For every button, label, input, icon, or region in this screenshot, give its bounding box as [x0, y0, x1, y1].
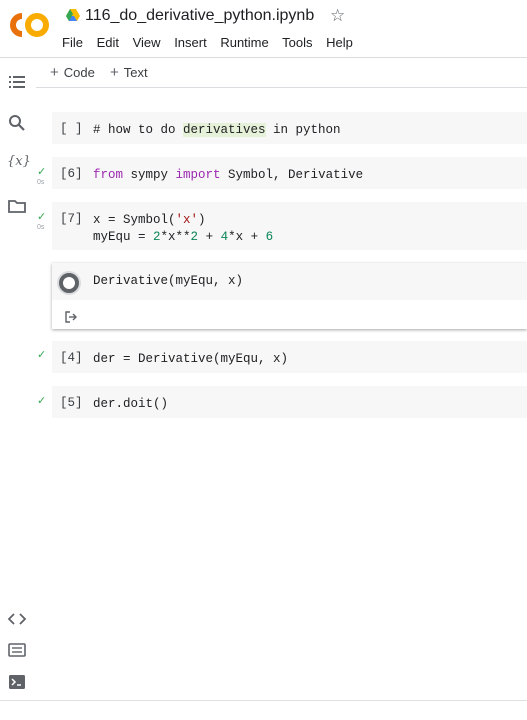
- menu-view[interactable]: View: [133, 35, 161, 50]
- cell-code[interactable]: Derivative(myEqu, x): [93, 274, 243, 288]
- check-icon: ✓: [37, 349, 47, 361]
- menu-insert[interactable]: Insert: [174, 35, 207, 50]
- notebook-title[interactable]: 116_do_derivative_python.ipynb: [85, 7, 314, 25]
- cell-status: ✓: [37, 349, 47, 361]
- exec-time: 0s: [37, 179, 45, 186]
- plus-icon: +: [50, 64, 59, 81]
- colab-logo[interactable]: [10, 12, 50, 38]
- menu-bar: File Edit View Insert Runtime Tools Help: [62, 35, 363, 50]
- google-drive-icon[interactable]: [66, 9, 80, 21]
- exec-time: 0s: [37, 224, 45, 231]
- menu-file[interactable]: File: [62, 35, 83, 50]
- cell-prompt: [4]: [60, 351, 83, 365]
- add-code-button[interactable]: + Code: [50, 64, 95, 81]
- menu-tools[interactable]: Tools: [282, 35, 312, 50]
- command-palette-icon[interactable]: [7, 640, 27, 660]
- menu-help[interactable]: Help: [326, 35, 353, 50]
- files-icon[interactable]: [7, 196, 27, 216]
- cell-status: ✓ 0s: [37, 166, 47, 187]
- active-code-cell[interactable]: Derivative(myEqu, x): [52, 263, 527, 329]
- cell-status: ✓: [37, 395, 47, 407]
- add-text-button[interactable]: + Text: [110, 64, 148, 81]
- menu-edit[interactable]: Edit: [97, 35, 119, 50]
- running-spinner-icon: [63, 277, 75, 289]
- menu-runtime[interactable]: Runtime: [220, 35, 268, 50]
- check-icon: ✓: [37, 395, 47, 407]
- cell-prompt: [5]: [60, 396, 83, 410]
- star-icon[interactable]: ☆: [330, 6, 345, 26]
- active-cell-editor[interactable]: Derivative(myEqu, x): [52, 263, 527, 300]
- toolbar: + Code + Text: [36, 58, 527, 88]
- code-cell[interactable]: [ ] # how to do derivatives in python: [52, 112, 527, 144]
- table-of-contents-icon[interactable]: [7, 72, 27, 92]
- cell-prompt: [7]: [60, 212, 83, 226]
- cell-code[interactable]: # how to do derivatives in python: [93, 122, 341, 139]
- cell-code[interactable]: x = Symbol('x') myEqu = 2*x**2 + 4*x + 6: [93, 212, 273, 246]
- cell-code[interactable]: der.doit(): [93, 396, 168, 413]
- check-icon: ✓: [37, 166, 47, 178]
- add-code-label: Code: [63, 65, 95, 80]
- code-cell[interactable]: [5] der.doit(): [52, 386, 527, 418]
- cell-prompt: [6]: [60, 167, 83, 181]
- code-cell[interactable]: [6] from sympy import Symbol, Derivative: [52, 157, 527, 189]
- code-cell[interactable]: [4] der = Derivative(myEqu, x): [52, 341, 527, 373]
- output-menu-icon[interactable]: [64, 310, 78, 324]
- check-icon: ✓: [37, 211, 47, 223]
- code-snippets-icon[interactable]: [7, 609, 27, 629]
- search-icon[interactable]: [7, 113, 27, 133]
- code-cell[interactable]: [7] x = Symbol('x') myEqu = 2*x**2 + 4*x…: [52, 202, 527, 250]
- cell-prompt: [ ]: [60, 122, 83, 136]
- cell-code[interactable]: der = Derivative(myEqu, x): [93, 351, 288, 368]
- variables-icon[interactable]: {x}: [7, 154, 31, 174]
- cell-status: ✓ 0s: [37, 211, 47, 232]
- plus-icon: +: [110, 64, 119, 81]
- header: 116_do_derivative_python.ipynb ☆ File Ed…: [0, 0, 527, 58]
- add-text-label: Text: [123, 65, 148, 80]
- left-rail: {x}: [0, 58, 34, 698]
- run-cell-button[interactable]: [57, 271, 81, 295]
- status-bar: [0, 700, 527, 720]
- cell-code[interactable]: from sympy import Symbol, Derivative: [93, 167, 363, 184]
- terminal-icon[interactable]: [7, 672, 27, 692]
